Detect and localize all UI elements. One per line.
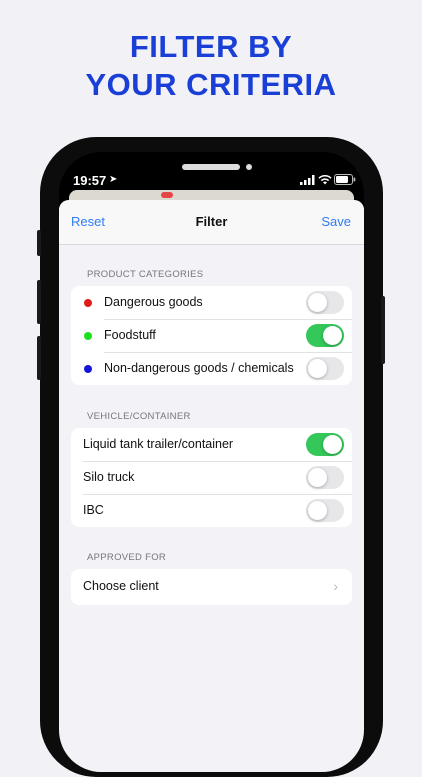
row-label: IBC — [83, 503, 104, 517]
dangerous-goods-toggle[interactable] — [306, 291, 344, 314]
list-item-liquid-tank: Liquid tank trailer/container — [71, 428, 352, 461]
category-color-dot-icon — [84, 365, 92, 373]
silo-truck-toggle[interactable] — [306, 466, 344, 489]
liquid-tank-toggle[interactable] — [306, 433, 344, 456]
row-label: Silo truck — [83, 470, 135, 484]
phone-screen: 19:57 ➤ Reset Filter Save PRODUCT CATEGO… — [59, 152, 364, 772]
toggle-knob — [308, 468, 327, 487]
row-label: Non-dangerous goods / chemicals — [104, 361, 294, 375]
location-arrow-icon: ➤ — [109, 174, 118, 185]
promo-headline: FILTER BY YOUR CRITERIA — [0, 28, 422, 104]
chevron-right-icon: › — [333, 578, 338, 594]
status-time: 19:57 — [73, 173, 107, 188]
row-label: Foodstuff — [104, 328, 156, 342]
page-title: Filter — [195, 214, 228, 229]
section-header-vehicle-container: VEHICLE/CONTAINER — [87, 411, 191, 422]
phone-volume-down — [37, 336, 41, 380]
list-item-foodstuff: Foodstuff — [71, 319, 352, 352]
section-header-product-categories: PRODUCT CATEGORIES — [87, 269, 204, 280]
toggle-knob — [308, 501, 327, 520]
toggle-knob — [323, 435, 342, 454]
section-header-approved-for: APPROVED FOR — [87, 552, 167, 563]
approved-for-group: Choose client › — [71, 569, 352, 605]
save-button[interactable]: Save — [321, 214, 351, 229]
toggle-knob — [308, 293, 327, 312]
row-label: Dangerous goods — [104, 295, 203, 309]
cellular-signal-icon — [300, 175, 315, 185]
speaker-grille — [182, 164, 240, 170]
category-color-dot-icon — [84, 332, 92, 340]
non-dangerous-goods-toggle[interactable] — [306, 357, 344, 380]
list-item-non-dangerous-goods: Non-dangerous goods / chemicals — [71, 352, 352, 385]
product-categories-group: Dangerous goods Foodstuff Non-dangerous … — [71, 286, 352, 385]
row-label: Liquid tank trailer/container — [83, 437, 234, 451]
category-color-dot-icon — [84, 299, 92, 307]
navigation-bar: Reset Filter Save — [59, 200, 364, 245]
ibc-toggle[interactable] — [306, 499, 344, 522]
wifi-icon — [318, 174, 332, 185]
battery-icon — [334, 174, 356, 185]
choose-client-row[interactable]: Choose client › — [71, 569, 352, 605]
map-pin-icon — [161, 192, 173, 198]
vehicle-container-group: Liquid tank trailer/container Silo truck… — [71, 428, 352, 527]
front-camera — [246, 164, 252, 170]
row-label: Choose client — [83, 579, 159, 593]
headline-line-2: YOUR CRITERIA — [85, 67, 337, 102]
toggle-knob — [323, 326, 342, 345]
list-item-ibc: IBC — [71, 494, 352, 527]
toggle-knob — [308, 359, 327, 378]
list-item-silo-truck: Silo truck — [71, 461, 352, 494]
list-item-dangerous-goods: Dangerous goods — [71, 286, 352, 319]
phone-power-button — [381, 296, 385, 364]
foodstuff-toggle[interactable] — [306, 324, 344, 347]
phone-silent-switch — [37, 230, 41, 256]
phone-volume-up — [37, 280, 41, 324]
filter-sheet: Reset Filter Save PRODUCT CATEGORIES Dan… — [59, 200, 364, 772]
headline-line-1: FILTER BY — [129, 29, 293, 64]
